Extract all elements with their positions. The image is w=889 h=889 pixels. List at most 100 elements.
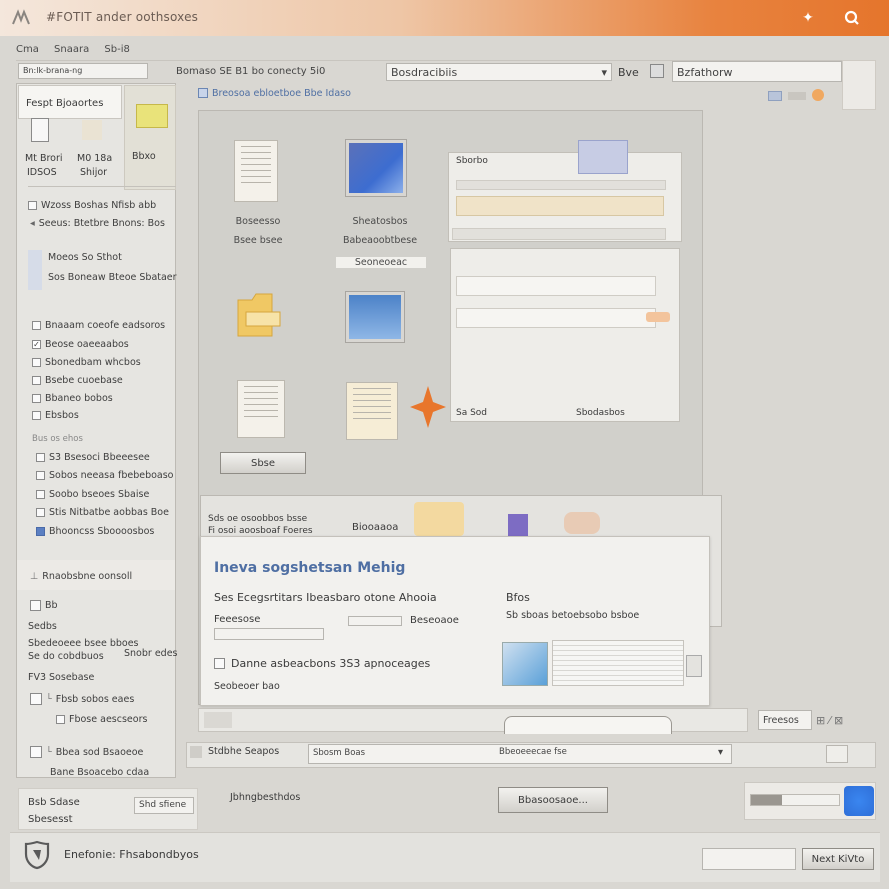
list-view-icon[interactable] — [768, 91, 782, 101]
sidebar-group1[interactable]: Wzoss Boshas Nfisb abb — [28, 200, 156, 211]
checkbox[interactable] — [32, 394, 41, 403]
checkbox-checked[interactable]: ✓ — [32, 340, 41, 349]
tree-item[interactable]: └ Fbsb sobos eaes — [30, 693, 134, 705]
sidebar-list-item[interactable]: Bbaneo bobos — [32, 393, 113, 404]
status-button[interactable] — [826, 745, 848, 763]
checkbox[interactable] — [28, 201, 37, 210]
checkbox[interactable] — [36, 471, 45, 480]
notes-document-icon[interactable] — [346, 382, 398, 440]
highlight-bar — [456, 196, 664, 216]
sidebar-col1-b: IDSOS — [27, 167, 57, 178]
dialog-input-2[interactable] — [348, 616, 402, 626]
checkbox[interactable] — [36, 453, 45, 462]
note-icon — [136, 104, 168, 128]
picture-icon[interactable] — [346, 140, 406, 196]
tree-label: Fbose aescseors — [69, 714, 148, 725]
checkbox[interactable] — [32, 376, 41, 385]
location-field[interactable]: Bn:lk-brana-ng — [18, 63, 148, 79]
sidebar-list2-item[interactable]: Sobos neeasa fbebeboaso — [36, 470, 174, 481]
nav-arrows-icon[interactable] — [204, 712, 232, 728]
status-combo[interactable]: Sbosm Boas Bbeoeeecae fse ▾ — [308, 744, 732, 764]
folder-thumb-icon — [414, 502, 464, 536]
address-field[interactable]: Bzfathorw — [672, 61, 842, 82]
checkbox[interactable] — [36, 490, 45, 499]
text-document-icon[interactable] — [234, 140, 278, 202]
dialog-preview-image — [502, 642, 548, 686]
tree-item[interactable]: Bane Bsoacebo cdaa — [50, 767, 149, 778]
sidebar-list2-item[interactable]: S3 Bsesoci Bbeeesee — [36, 452, 150, 463]
dialog-input[interactable] — [214, 628, 324, 640]
arrow-left-icon: ◂ — [30, 218, 35, 229]
sidebar-list2-label: Stis Nitbatbe aobbas Boe — [49, 507, 169, 518]
star-sparkle-icon — [410, 386, 446, 428]
checkbox[interactable] — [36, 508, 45, 517]
panel-footer-left: Sa Sod — [456, 408, 488, 418]
sidebar-list2-label: Soobo bseoes Sbaise — [49, 489, 150, 500]
checkbox[interactable] — [32, 358, 41, 367]
folder-icon[interactable] — [236, 290, 282, 340]
pin-icon[interactable]: ✦ — [796, 6, 820, 30]
checkbox[interactable] — [30, 746, 42, 758]
document-icon — [31, 118, 49, 142]
tree-item[interactable]: Fbose aescseors — [56, 714, 147, 725]
details-view-icon[interactable] — [788, 92, 806, 100]
sidebar-list-item[interactable]: Sbonedbam whcbos — [32, 357, 141, 368]
path-breadcrumb: Bomaso SE B1 bo conecty 5i0 — [176, 66, 326, 77]
sub-path[interactable]: Breosoa ebloetboe Bbe Idaso — [212, 88, 351, 99]
sidebar-list-item[interactable]: Bsebe cuoebase — [32, 375, 123, 386]
screen-preview-icon[interactable] — [346, 292, 404, 342]
sidebar-header: Fespt Bjoaortes — [26, 98, 104, 109]
status-mid: Sbosm Boas — [313, 748, 366, 758]
chevron-down-icon[interactable]: ▾ — [718, 747, 723, 758]
blue-action-button[interactable] — [844, 786, 874, 816]
checkbox[interactable] — [32, 321, 41, 330]
sidebar-bottom-item[interactable]: ⊥ Rnaobsbne oonsoll — [30, 571, 132, 582]
tree-label: Bane Bsoacebo cdaa — [50, 767, 150, 778]
next-button[interactable]: Next KiVto — [802, 848, 874, 870]
view-toggle-icon[interactable] — [650, 64, 664, 78]
search-icon[interactable] — [840, 6, 864, 30]
sidebar-bottom-label: Rnaobsbne oonsoll — [42, 571, 133, 582]
tree-label: Bbea sod Bsaoeoe — [55, 746, 144, 758]
chevron-down-icon[interactable]: ▾ — [601, 66, 607, 79]
tool-icons[interactable]: ⊞ ⁄ ⊠ — [816, 714, 843, 727]
status-right-field[interactable]: Freesos — [758, 710, 812, 730]
browse-button[interactable]: Bbasoosaoe... — [498, 787, 608, 813]
scroll-handle-icon[interactable] — [686, 655, 702, 677]
dialog-side-text: Sb sboas betoebsobo bsboe — [506, 610, 640, 621]
checkbox[interactable] — [32, 411, 41, 420]
dialog-checkbox-row[interactable]: Danne asbeacbons 3S3 apnoceages — [214, 657, 430, 670]
menu-item-1[interactable]: Snaara — [54, 44, 89, 55]
sidebar-list2-item[interactable]: Stis Nitbatbe aobbas Boe — [36, 507, 169, 518]
checkbox-checked[interactable] — [36, 527, 45, 536]
sidebar-list-item[interactable]: ✓ Beose oaeeaabos — [32, 339, 129, 350]
strip-a: Sds oe osoobbos bsse — [208, 514, 308, 524]
bottom-left-field[interactable]: Shd sfiene — [134, 797, 194, 814]
checkbox[interactable] — [30, 693, 42, 705]
tab-handle[interactable] — [504, 716, 672, 734]
bottom-left-b: Sbesesst — [28, 814, 73, 825]
sidebar-list2-item[interactable]: Bhooncss Sboooosbos — [36, 526, 154, 537]
menu-item-2[interactable]: Sb-i8 — [104, 44, 129, 55]
menu-item-0[interactable]: Cma — [16, 44, 39, 55]
open-button[interactable]: Sbse — [220, 452, 306, 474]
sidebar-item-a[interactable]: Moeos So Sthot — [48, 252, 122, 263]
sidebar-list2-item[interactable]: Soobo bseoes Sbaise — [36, 489, 149, 500]
orange-dot-icon[interactable] — [812, 89, 824, 101]
status-left: Stdbhe Seapos — [208, 746, 280, 757]
checkbox[interactable] — [30, 600, 41, 611]
sidebar-list-item[interactable]: Bnaaam coeofe eadsoros — [32, 320, 165, 331]
search-combo[interactable]: Bosdracibiis ▾ — [386, 63, 612, 81]
text-document-icon[interactable] — [237, 380, 285, 438]
sidebar-group1-sub[interactable]: ◂ Seeus: Btetbre Bnons: Bos — [30, 218, 165, 229]
checkbox[interactable] — [214, 658, 225, 669]
sidebar-item-b[interactable]: Sos Boneaw Bteoe Sbataer — [48, 272, 177, 283]
sidebar-list-item[interactable]: Ebsbos — [32, 410, 79, 421]
details-row — [456, 276, 656, 296]
checkbox[interactable] — [56, 715, 65, 724]
status-input[interactable] — [702, 848, 796, 870]
sidebar-footer-line: Sedbs — [28, 621, 57, 632]
dialog-subtitle: Ses Ecegsrtitars Ibeasbaro otone Ahooia — [214, 591, 437, 604]
tree-item[interactable]: └ Bbea sod Bsaoeoe — [30, 746, 143, 758]
sidebar-section2: Bus os ehos — [32, 434, 83, 444]
